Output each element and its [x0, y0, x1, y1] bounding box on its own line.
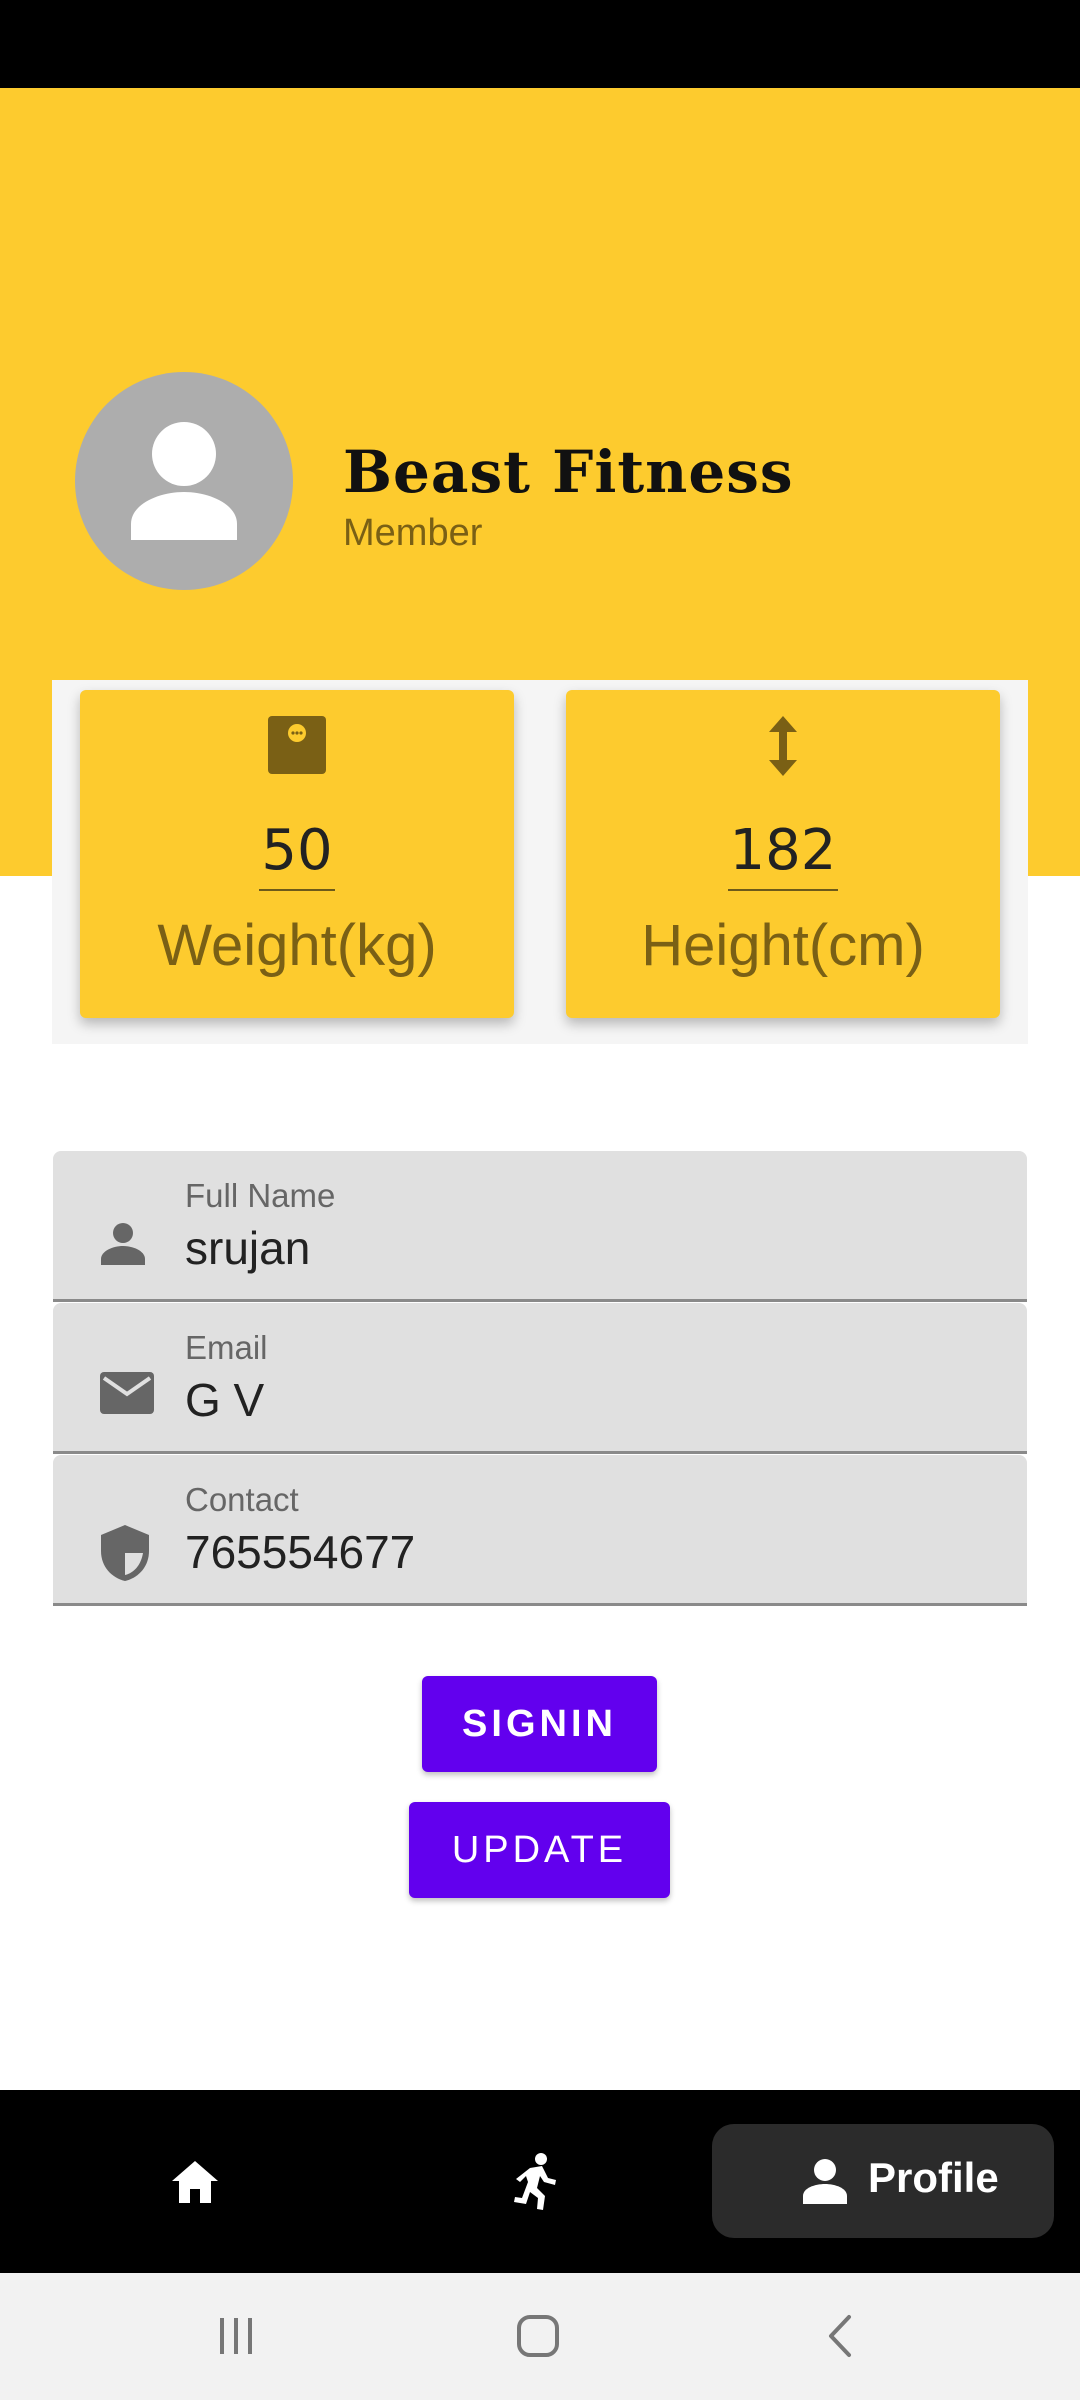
status-bar	[0, 0, 1080, 88]
person-icon	[101, 1223, 145, 1265]
back-icon	[829, 2315, 851, 2357]
avatar[interactable]	[75, 372, 293, 590]
vertical-arrows-icon	[769, 716, 797, 776]
height-card[interactable]: 182 Height(cm)	[566, 690, 1000, 1018]
back-system-button[interactable]	[800, 2300, 880, 2372]
running-icon	[514, 2152, 556, 2210]
nav-profile-label: Profile	[868, 2154, 999, 2201]
update-button[interactable]: UPDATE	[409, 1802, 670, 1898]
email-field[interactable]: Email G V	[53, 1303, 1027, 1454]
weight-label: Weight(kg)	[157, 913, 437, 978]
nav-home[interactable]	[120, 2090, 270, 2273]
contact-value[interactable]: 765554677	[185, 1525, 415, 1579]
full-name-label: Full Name	[185, 1177, 336, 1214]
weight-card[interactable]: 50 Weight(kg)	[80, 690, 514, 1018]
home-system-button[interactable]	[498, 2300, 578, 2372]
email-label: Email	[185, 1329, 268, 1366]
email-icon	[100, 1372, 154, 1414]
person-icon	[803, 2159, 847, 2204]
full-name-field[interactable]: Full Name srujan	[53, 1151, 1027, 1302]
weight-value[interactable]: 50	[80, 818, 514, 891]
height-value[interactable]: 182	[566, 818, 1000, 891]
scale-icon	[268, 716, 326, 774]
member-subtitle: Member	[343, 512, 483, 554]
nav-workout[interactable]	[460, 2090, 610, 2273]
contact-field[interactable]: Contact 765554677	[53, 1455, 1027, 1606]
height-value-text: 182	[727, 818, 839, 891]
signin-button[interactable]: SIGNIN	[422, 1676, 657, 1772]
nav-profile[interactable]: Profile	[712, 2124, 1054, 2238]
email-value[interactable]: G V	[185, 1373, 264, 1427]
home-icon	[172, 2160, 218, 2203]
person-icon	[131, 422, 237, 540]
app-title: Beast Fitness	[343, 438, 794, 506]
contact-label: Contact	[185, 1481, 299, 1518]
full-name-value[interactable]: srujan	[185, 1221, 310, 1275]
height-label: Height(cm)	[641, 913, 925, 978]
weight-value-text: 50	[259, 818, 335, 891]
home-circle-icon	[517, 2315, 559, 2357]
recent-apps-icon	[220, 2318, 252, 2354]
shield-icon	[101, 1525, 149, 1581]
recent-apps-button[interactable]	[196, 2300, 276, 2372]
